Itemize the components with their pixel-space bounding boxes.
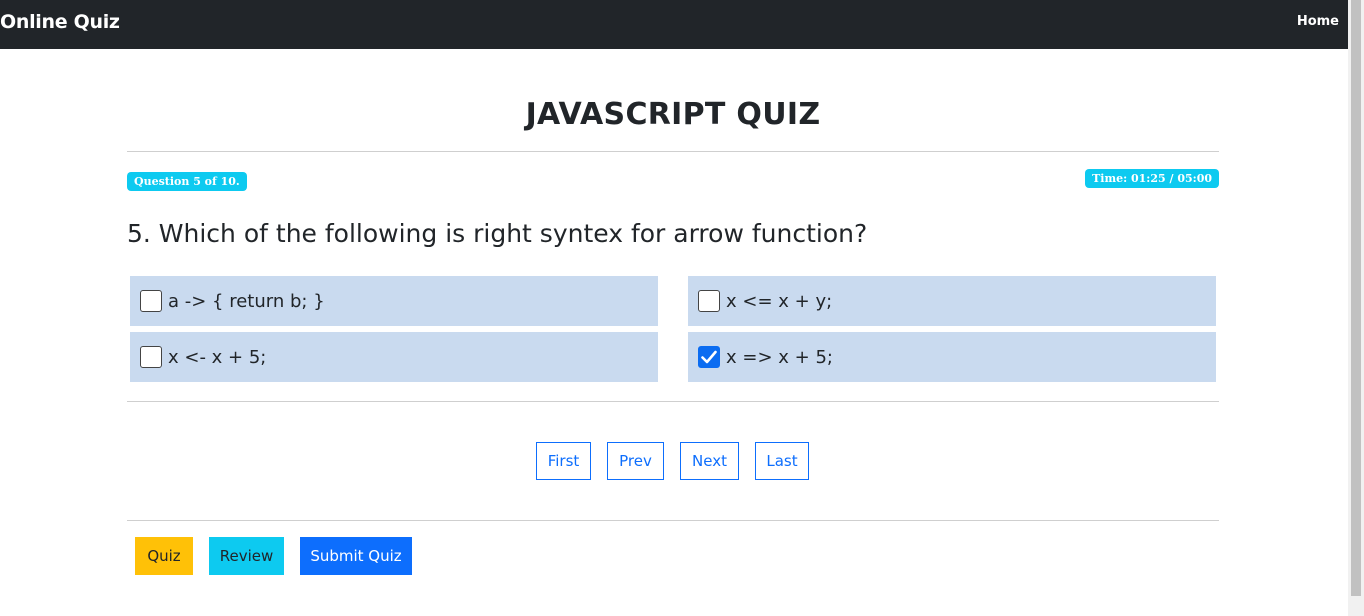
timer-badge: Time: 01:25 / 05:00: [1085, 169, 1219, 188]
navbar-brand[interactable]: Online Quiz: [0, 11, 120, 33]
submit-quiz-button[interactable]: Submit Quiz: [300, 537, 412, 575]
scrollbar-thumb[interactable]: [1351, 0, 1361, 596]
option-2-checkbox[interactable]: [698, 290, 720, 312]
quiz-button[interactable]: Quiz: [135, 537, 193, 575]
options-divider: [127, 401, 1219, 402]
next-button[interactable]: Next: [680, 442, 739, 480]
option-3[interactable]: x <- x + 5;: [130, 332, 658, 382]
page-title: JAVASCRIPT QUIZ: [525, 97, 821, 132]
question-text: 5. Which of the following is right synte…: [127, 219, 868, 248]
option-4[interactable]: x => x + 5;: [688, 332, 1216, 382]
top-navbar: Online Quiz Home: [0, 0, 1348, 49]
nav-home-link[interactable]: Home: [1297, 14, 1339, 29]
question-counter-badge: Question 5 of 10.: [127, 172, 247, 191]
review-button[interactable]: Review: [209, 537, 284, 575]
option-4-checkbox[interactable]: [698, 346, 720, 368]
first-button[interactable]: First: [536, 442, 591, 480]
option-3-checkbox[interactable]: [140, 346, 162, 368]
option-1-checkbox[interactable]: [140, 290, 162, 312]
option-1-label: a -> { return b; }: [168, 290, 325, 312]
option-3-label: x <- x + 5;: [168, 346, 267, 368]
option-2[interactable]: x <= x + y;: [688, 276, 1216, 326]
option-1[interactable]: a -> { return b; }: [130, 276, 658, 326]
title-divider: [127, 151, 1219, 152]
last-button[interactable]: Last: [755, 442, 809, 480]
option-2-label: x <= x + y;: [726, 290, 833, 312]
option-4-label: x => x + 5;: [726, 346, 833, 368]
checkmark-icon: [701, 350, 717, 364]
prev-button[interactable]: Prev: [607, 442, 664, 480]
pager-divider: [127, 520, 1219, 521]
vertical-scrollbar[interactable]: [1348, 0, 1364, 616]
